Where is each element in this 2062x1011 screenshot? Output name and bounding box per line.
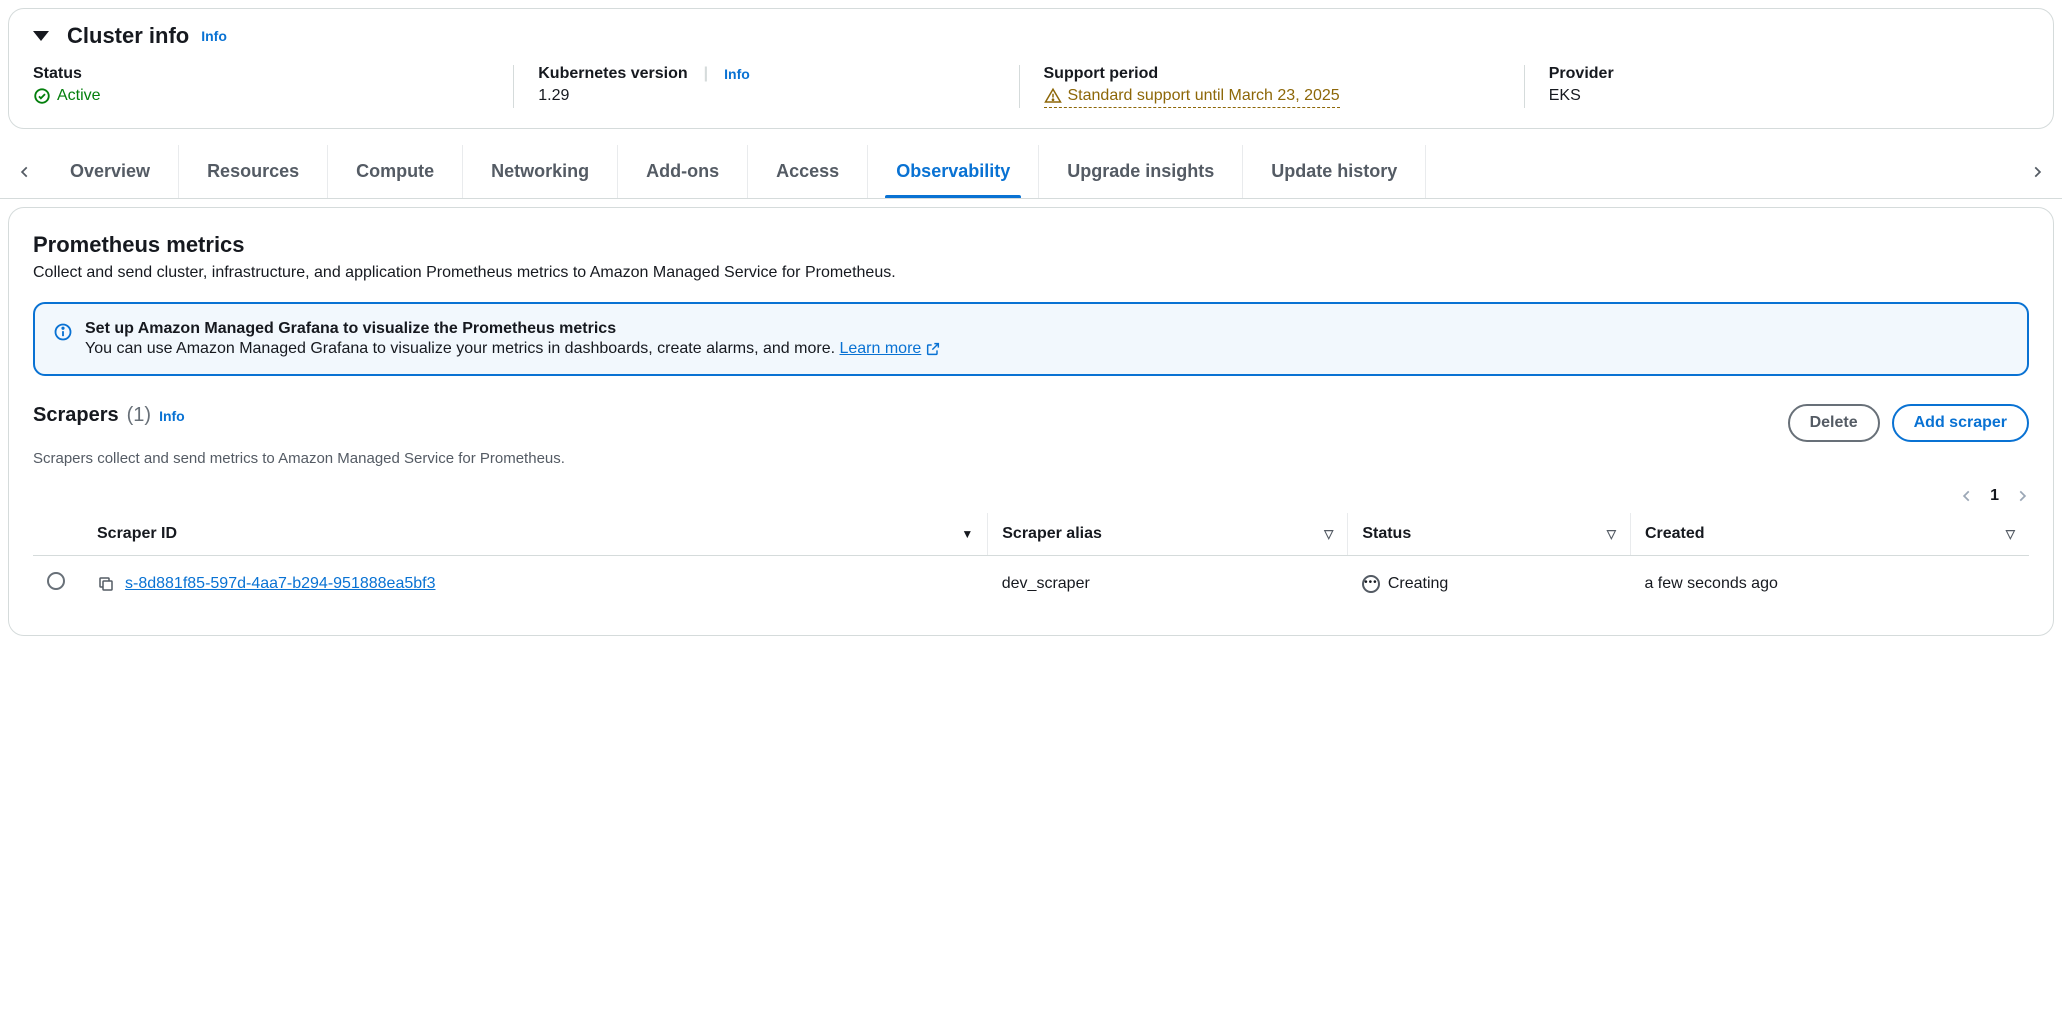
- k8s-version-label: Kubernetes version: [538, 65, 687, 83]
- k8s-version-value: 1.29: [538, 87, 994, 105]
- sort-icon[interactable]: ▽: [1324, 527, 1333, 541]
- col-status[interactable]: Status ▽: [1348, 513, 1631, 556]
- tab-access[interactable]: Access: [748, 145, 868, 198]
- scraper-status-text: Creating: [1388, 575, 1448, 593]
- status-value: Active: [33, 87, 489, 105]
- tabs-scroll-right-icon[interactable]: [2020, 157, 2054, 187]
- tab-update-history[interactable]: Update history: [1243, 145, 1426, 198]
- scraper-created-cell: a few seconds ago: [1630, 556, 2029, 612]
- tab-add-ons[interactable]: Add-ons: [618, 145, 748, 198]
- add-scraper-button[interactable]: Add scraper: [1892, 404, 2029, 442]
- scraper-alias-cell: dev_scraper: [988, 556, 1348, 612]
- sort-desc-icon[interactable]: ▼: [961, 527, 973, 541]
- sort-icon[interactable]: ▽: [1607, 527, 1616, 541]
- col-scraper-id-label: Scraper ID: [97, 525, 177, 543]
- scraper-status-cell: Creating: [1362, 575, 1617, 593]
- provider-label: Provider: [1549, 65, 2005, 83]
- cluster-info-link[interactable]: Info: [201, 28, 227, 44]
- col-status-label: Status: [1362, 525, 1411, 543]
- learn-more-text: Learn more: [839, 340, 921, 358]
- page-prev-icon[interactable]: [1960, 489, 1974, 503]
- provider-cell: Provider EKS: [1524, 65, 2029, 108]
- tabs-bar: OverviewResourcesComputeNetworkingAdd-on…: [0, 145, 2062, 199]
- tab-compute[interactable]: Compute: [328, 145, 463, 198]
- cluster-info-heading: Cluster info: [67, 23, 189, 49]
- k8s-version-cell: Kubernetes version | Info 1.29: [513, 65, 1018, 108]
- delete-button[interactable]: Delete: [1788, 404, 1880, 442]
- page-current: 1: [1990, 487, 1999, 505]
- scrapers-title: Scrapers: [33, 404, 119, 427]
- row-select-radio[interactable]: [47, 572, 65, 590]
- warning-triangle-icon: [1044, 87, 1062, 105]
- prometheus-metrics-subtitle: Collect and send cluster, infrastructure…: [33, 264, 2029, 282]
- grafana-alert: Set up Amazon Managed Grafana to visuali…: [33, 302, 2029, 376]
- tab-overview[interactable]: Overview: [42, 145, 179, 198]
- col-scraper-alias-label: Scraper alias: [1002, 525, 1102, 543]
- provider-value: EKS: [1549, 87, 2005, 105]
- sort-icon[interactable]: ▽: [2006, 527, 2015, 541]
- col-select: [33, 513, 83, 556]
- pagination: 1: [33, 487, 2029, 505]
- status-cell: Status Active: [33, 65, 513, 108]
- external-link-icon: [925, 341, 941, 357]
- scrapers-info-link[interactable]: Info: [159, 408, 185, 424]
- check-circle-icon: [33, 87, 51, 105]
- tab-observability[interactable]: Observability: [868, 145, 1039, 198]
- grafana-alert-body: You can use Amazon Managed Grafana to vi…: [85, 340, 941, 358]
- tab-networking[interactable]: Networking: [463, 145, 618, 198]
- k8s-info-link[interactable]: Info: [724, 66, 750, 82]
- page-next-icon[interactable]: [2015, 489, 2029, 503]
- copy-icon[interactable]: [97, 575, 115, 593]
- collapse-caret-icon[interactable]: [33, 31, 49, 41]
- scraper-id-link[interactable]: s-8d881f85-597d-4aa7-b294-951888ea5bf3: [125, 575, 435, 593]
- support-period-label: Support period: [1044, 65, 1500, 83]
- grafana-alert-text: You can use Amazon Managed Grafana to vi…: [85, 340, 839, 357]
- scrapers-subtitle: Scrapers collect and send metrics to Ama…: [33, 450, 2029, 467]
- support-period-cell: Support period Standard support until Ma…: [1019, 65, 1524, 108]
- col-created-label: Created: [1645, 525, 1705, 543]
- col-created[interactable]: Created ▽: [1630, 513, 2029, 556]
- prometheus-metrics-title: Prometheus metrics: [33, 232, 2029, 258]
- cluster-info-panel: Cluster info Info Status Active Kubernet…: [8, 8, 2054, 129]
- tabs-scroll-left-icon[interactable]: [8, 157, 42, 187]
- tab-resources[interactable]: Resources: [179, 145, 328, 198]
- support-period-value[interactable]: Standard support until March 23, 2025: [1044, 87, 1340, 108]
- scrapers-count: (1): [127, 404, 151, 427]
- status-label: Status: [33, 65, 489, 83]
- col-scraper-alias[interactable]: Scraper alias ▽: [988, 513, 1348, 556]
- in-progress-icon: [1362, 575, 1380, 593]
- col-scraper-id[interactable]: Scraper ID ▼: [83, 513, 988, 556]
- tab-upgrade-insights[interactable]: Upgrade insights: [1039, 145, 1243, 198]
- observability-panel: Prometheus metrics Collect and send clus…: [8, 207, 2054, 636]
- learn-more-link[interactable]: Learn more: [839, 340, 941, 358]
- support-period-text: Standard support until March 23, 2025: [1068, 87, 1340, 105]
- grafana-alert-title: Set up Amazon Managed Grafana to visuali…: [85, 320, 941, 338]
- status-text: Active: [57, 87, 101, 105]
- info-circle-icon: [53, 322, 73, 342]
- table-row: s-8d881f85-597d-4aa7-b294-951888ea5bf3 d…: [33, 556, 2029, 612]
- scrapers-table: Scraper ID ▼ Scraper alias ▽ Status: [33, 513, 2029, 611]
